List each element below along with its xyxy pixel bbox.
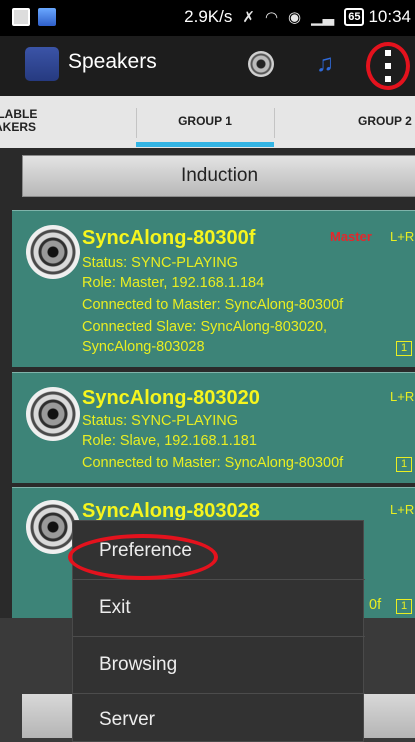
- tab-available-speakers[interactable]: ILABLE AKERS: [0, 96, 74, 148]
- device-slaves: Connected Slave: SyncAlong-803020,: [82, 319, 328, 335]
- menu-item-server[interactable]: Server: [73, 692, 365, 742]
- device-name: SyncAlong-803020: [82, 387, 260, 409]
- mute-icon: ✗: [242, 9, 255, 26]
- tab-available-line2: AKERS: [0, 120, 37, 134]
- status-indicators: 2.9K/s ✗ ◠ ◉ ▁▃ 65 10:34: [184, 7, 411, 27]
- count-badge: 1: [396, 341, 412, 356]
- channel-tag: L+R: [390, 229, 415, 244]
- signal-icon: ▁▃: [311, 9, 335, 26]
- speaker-icon: [26, 387, 80, 441]
- channel-tag: L+R: [390, 502, 415, 517]
- music-note-icon[interactable]: ♫: [316, 50, 334, 78]
- tab-group-2[interactable]: GROUP 2: [358, 96, 415, 148]
- induction-button[interactable]: Induction: [22, 155, 415, 197]
- device-connected-master: Connected to Master: SyncAlong-80300f: [82, 297, 344, 313]
- alarm-icon: ◉: [288, 9, 302, 26]
- overflow-menu-icon[interactable]: [382, 50, 394, 82]
- action-bar: Speakers ♫: [0, 36, 415, 96]
- tab-divider: [274, 108, 275, 138]
- app-icon[interactable]: [25, 47, 59, 81]
- count-badge: 1: [396, 457, 412, 472]
- menu-item-preference[interactable]: Preference: [73, 523, 365, 579]
- battery-icon: 65: [344, 8, 365, 26]
- network-speed: 2.9K/s: [184, 7, 233, 26]
- device-partial-text: 0f: [369, 597, 382, 613]
- overflow-popup-menu: Preference Exit Browsing Server: [72, 520, 365, 742]
- app-title: Speakers: [68, 50, 157, 73]
- channel-tag: L+R: [390, 389, 415, 404]
- count-badge: 1: [396, 599, 412, 614]
- status-bar: 2.9K/s ✗ ◠ ◉ ▁▃ 65 10:34: [0, 0, 415, 36]
- device-name: SyncAlong-80300f: [82, 227, 256, 249]
- device-slaves-cont: SyncAlong-803028: [82, 339, 205, 355]
- notification-icons: [12, 8, 56, 26]
- tab-group-1[interactable]: GROUP 1: [136, 96, 274, 148]
- master-tag: Master: [330, 229, 372, 244]
- device-status: Status: SYNC-PLAYING: [82, 255, 239, 271]
- selected-tab-indicator: [136, 142, 274, 147]
- speaker-icon[interactable]: [248, 51, 274, 77]
- wifi-icon: ◠: [264, 9, 279, 26]
- image-notification-icon: [12, 8, 30, 26]
- device-connected-master: Connected to Master: SyncAlong-80300f: [82, 455, 344, 471]
- speaker-icon: [26, 225, 80, 279]
- device-card[interactable]: SyncAlong-803020 L+R Status: SYNC-PLAYIN…: [12, 372, 415, 483]
- app-notification-icon: [38, 8, 56, 26]
- device-role: Role: Slave, 192.168.1.181: [82, 433, 257, 449]
- clock: 10:34: [368, 7, 411, 26]
- device-role: Role: Master, 192.168.1.184: [82, 275, 265, 291]
- menu-item-exit[interactable]: Exit: [73, 580, 365, 636]
- device-card[interactable]: SyncAlong-80300f Master L+R Status: SYNC…: [12, 210, 415, 367]
- device-status: Status: SYNC-PLAYING: [82, 413, 239, 429]
- menu-item-browsing[interactable]: Browsing: [73, 637, 365, 693]
- tab-bar: ILABLE AKERS GROUP 1 GROUP 2: [0, 96, 415, 148]
